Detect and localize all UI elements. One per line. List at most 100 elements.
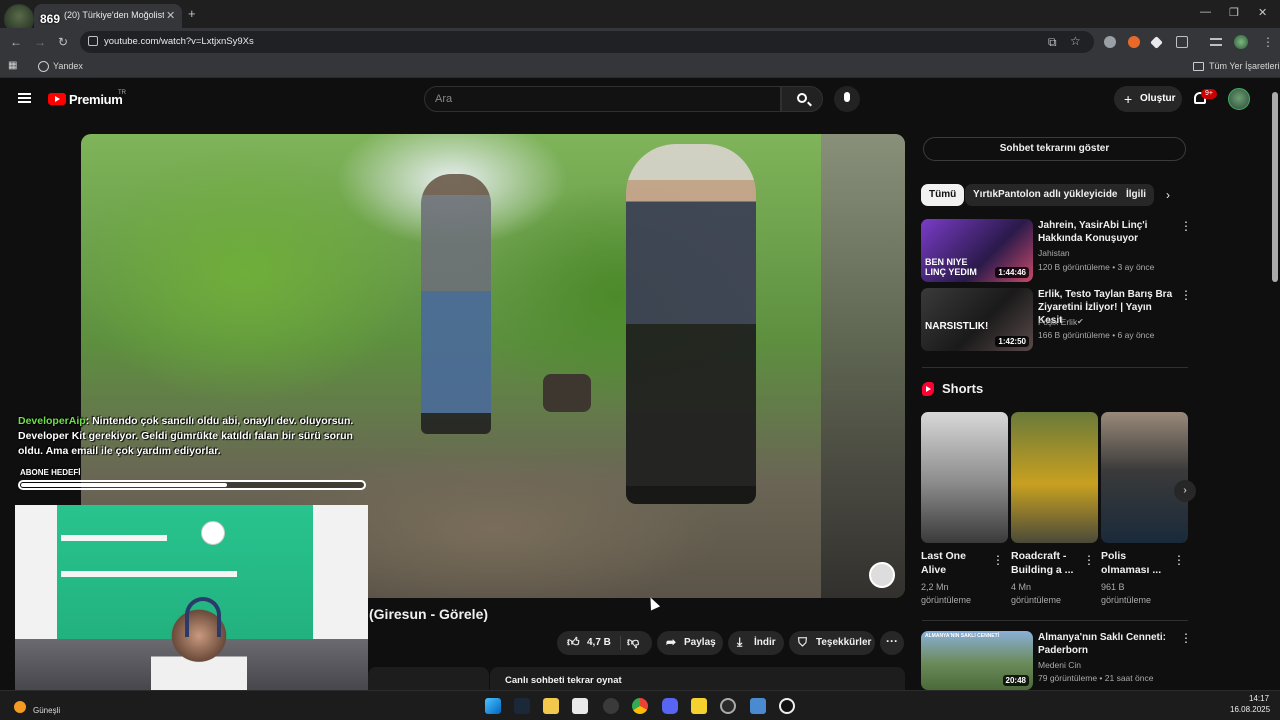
menu-dots-icon[interactable]: ⋮ bbox=[1262, 35, 1274, 49]
more-vertical-icon[interactable]: ⋮ bbox=[1180, 219, 1192, 233]
divider bbox=[620, 636, 621, 650]
discord-icon[interactable] bbox=[662, 698, 678, 714]
extensions-puzzle-icon[interactable] bbox=[1176, 36, 1188, 48]
short-title[interactable]: Last One Alive bbox=[921, 549, 993, 577]
bookmarks-bar: ▦ Yandex Tüm Yer İşaretleri bbox=[0, 56, 1280, 78]
more-vertical-icon[interactable]: ⋮ bbox=[1083, 553, 1095, 567]
download-button[interactable]: ⤓ İndir bbox=[728, 631, 784, 655]
section-divider bbox=[922, 620, 1188, 621]
new-tab-icon[interactable]: + bbox=[188, 6, 196, 21]
microphone-icon[interactable] bbox=[834, 86, 860, 112]
bookmark-yandex[interactable]: Yandex bbox=[53, 61, 83, 71]
search-input[interactable]: Ara bbox=[424, 86, 781, 112]
related-video-thumbnail[interactable]: ALMANYA'NIN SAKLI CENNETİ 20:48 bbox=[921, 631, 1033, 690]
reload-icon[interactable]: ↻ bbox=[58, 35, 68, 49]
user-avatar[interactable] bbox=[1228, 88, 1250, 110]
app-icon[interactable] bbox=[750, 698, 766, 714]
related-video-channel[interactable]: Foşix Erlik bbox=[1038, 317, 1077, 327]
related-video-title[interactable]: Jahrein, YasirAbi Linç'i Hakkında Konuşu… bbox=[1038, 219, 1173, 245]
chip-related[interactable]: İlgili bbox=[1118, 184, 1154, 206]
thumbnail-text: BEN NIYE LINÇ YEDIM bbox=[925, 257, 977, 277]
weather-sun-icon[interactable] bbox=[14, 701, 26, 713]
chip-uploader[interactable]: YırtıkPantolon adlı yükleyiciden bbox=[965, 184, 1132, 206]
file-explorer-icon[interactable] bbox=[543, 698, 559, 714]
folder-icon bbox=[1193, 62, 1204, 71]
verified-icon: ✔ bbox=[1077, 317, 1084, 326]
app-icon[interactable] bbox=[691, 698, 707, 714]
site-info-icon[interactable] bbox=[88, 36, 98, 46]
more-vertical-icon[interactable]: ⋮ bbox=[1180, 288, 1192, 302]
obs-icon[interactable] bbox=[603, 698, 619, 714]
youtube-logo-icon[interactable] bbox=[48, 93, 66, 105]
app-icon[interactable] bbox=[572, 698, 588, 714]
more-vertical-icon[interactable]: ⋮ bbox=[992, 553, 1004, 567]
cast-icon[interactable]: ⧉ bbox=[1048, 35, 1057, 50]
minimize-icon[interactable]: — bbox=[1200, 6, 1211, 18]
apps-grid-icon[interactable]: ▦ bbox=[8, 60, 17, 71]
subscriber-goal-fill bbox=[21, 483, 228, 487]
related-video-thumbnail[interactable]: NARSISTLIK! 1:42:50 bbox=[921, 288, 1033, 351]
short-title[interactable]: Polis olmaması ... bbox=[1101, 549, 1173, 577]
video-duration: 1:44:46 bbox=[995, 267, 1029, 278]
dislike-icon[interactable]: 👎︎ bbox=[627, 635, 639, 650]
streamer-webcam bbox=[15, 505, 368, 704]
subscriber-goal-label: ABONE HEDEFİ bbox=[20, 468, 81, 477]
restore-icon[interactable]: ❐ bbox=[1229, 6, 1239, 19]
clock-time[interactable]: 14:17 bbox=[1249, 694, 1269, 703]
short-thumbnail[interactable] bbox=[921, 412, 1008, 543]
related-video-meta: 166 B görüntüleme • 6 ay önce bbox=[1038, 330, 1155, 340]
more-actions-button[interactable]: ··· bbox=[880, 631, 904, 655]
more-vertical-icon[interactable]: ⋮ bbox=[1173, 553, 1185, 567]
short-views: 4 Mn görüntüleme bbox=[1011, 582, 1062, 605]
youtube-logo-text[interactable]: Premium bbox=[69, 92, 123, 107]
related-video-channel[interactable]: Medeni Cin bbox=[1038, 660, 1081, 670]
reading-list-icon[interactable] bbox=[1210, 38, 1222, 46]
thanks-button[interactable]: ⛉ Teşekkürler bbox=[789, 631, 875, 655]
forward-icon[interactable]: → bbox=[34, 35, 46, 49]
shorts-next-icon[interactable]: › bbox=[1174, 480, 1196, 502]
extension-icon[interactable] bbox=[1150, 36, 1163, 49]
more-vertical-icon[interactable]: ⋮ bbox=[1180, 631, 1192, 645]
back-icon[interactable]: ← bbox=[10, 35, 22, 49]
url-text[interactable]: youtube.com/watch?v=LxtjxnSy9Xs bbox=[104, 36, 254, 47]
unreal-engine-icon[interactable] bbox=[779, 698, 795, 714]
like-count[interactable]: 4,7 B bbox=[587, 637, 611, 648]
thanks-label: Teşekkürler bbox=[816, 637, 872, 648]
short-thumbnail[interactable] bbox=[1101, 412, 1188, 543]
extension-icon[interactable] bbox=[1128, 36, 1140, 48]
related-video-thumbnail[interactable]: BEN NIYE LINÇ YEDIM 1:44:46 bbox=[921, 219, 1033, 282]
bookmark-all[interactable]: Tüm Yer İşaretleri bbox=[1209, 61, 1280, 71]
video-duration: 1:42:50 bbox=[995, 336, 1029, 347]
steam-icon[interactable] bbox=[514, 698, 530, 714]
extension-icon[interactable] bbox=[1104, 36, 1116, 48]
tab-title: (20) Türkiye'den Moğolistan'a Y bbox=[64, 10, 164, 20]
short-title[interactable]: Roadcraft - Building a ... bbox=[1011, 549, 1083, 577]
windows-taskbar: Güneşli 14:17 16.08.2025 bbox=[0, 690, 1280, 720]
weather-text[interactable]: Güneşli bbox=[33, 706, 60, 715]
related-video-title[interactable]: Almanya'nın Saklı Cenneti: Paderborn bbox=[1038, 631, 1173, 657]
share-icon: ➦ bbox=[666, 635, 677, 649]
close-window-icon[interactable]: ✕ bbox=[1258, 6, 1267, 19]
omnibox[interactable]: youtube.com/watch?v=LxtjxnSy9Xs ⧉ ☆ bbox=[80, 31, 1094, 53]
create-button[interactable]: + Oluştur bbox=[1114, 86, 1182, 112]
start-windows-icon[interactable] bbox=[485, 698, 501, 714]
related-video-channel[interactable]: Jahistan bbox=[1038, 248, 1070, 258]
chevron-right-icon[interactable]: › bbox=[1166, 188, 1170, 202]
chrome-icon[interactable] bbox=[632, 698, 648, 714]
profile-avatar[interactable] bbox=[1234, 35, 1248, 49]
chip-all[interactable]: Tümü bbox=[921, 184, 965, 206]
short-thumbnail[interactable] bbox=[1011, 412, 1098, 543]
search-placeholder: Ara bbox=[435, 93, 453, 105]
bookmark-star-icon[interactable]: ☆ bbox=[1070, 34, 1081, 48]
clock-date[interactable]: 16.08.2025 bbox=[1230, 705, 1270, 714]
show-chat-replay-button[interactable]: Sohbet tekrarını göster bbox=[923, 137, 1186, 161]
share-button[interactable]: ➦ Paylaş bbox=[657, 631, 723, 655]
like-icon[interactable]: 👍︎ bbox=[567, 635, 580, 650]
subscriber-goal-bar bbox=[18, 480, 366, 490]
tab-close-icon[interactable]: ✕ bbox=[166, 9, 175, 22]
hamburger-menu-icon[interactable] bbox=[18, 93, 31, 103]
chat-replay-label: Canlı sohbeti tekrar oynat bbox=[505, 675, 622, 686]
github-icon[interactable] bbox=[720, 698, 736, 714]
page-scrollbar[interactable] bbox=[1272, 92, 1278, 282]
search-button[interactable] bbox=[781, 86, 823, 112]
